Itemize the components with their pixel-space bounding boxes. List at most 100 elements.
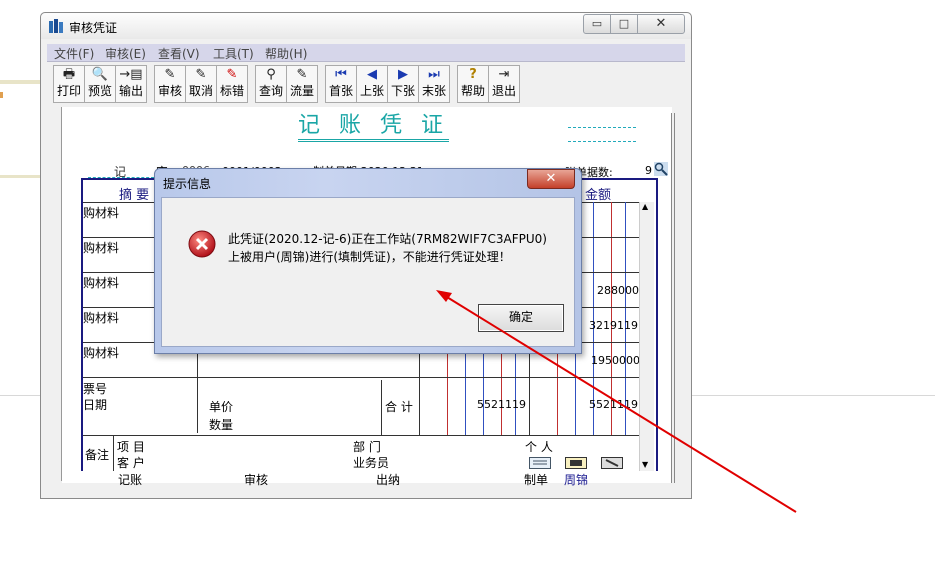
tool-icon[interactable] — [601, 457, 623, 469]
table-row-amount[interactable]: 3219119 — [589, 319, 638, 332]
attachment-count[interactable]: 9 — [645, 164, 652, 177]
background-decoration — [0, 92, 3, 98]
table-row-amount[interactable]: 1950000 — [591, 354, 640, 367]
flow-button[interactable]: ✎ 流量 — [286, 65, 318, 103]
row-divider — [83, 377, 639, 378]
table-row-summary[interactable]: 购材料 — [83, 309, 119, 326]
background-decoration — [0, 80, 40, 84]
audit-label: 审核 — [157, 84, 182, 98]
exit-label: 退出 — [491, 84, 516, 98]
person-label: 个 人 — [525, 440, 553, 454]
page-edge — [671, 113, 675, 483]
scroll-up-arrow-icon[interactable]: ▲ — [642, 202, 648, 211]
auditor-label: 审核 — [244, 473, 269, 487]
dashed-line — [568, 127, 636, 128]
maximize-button[interactable]: □ — [610, 14, 638, 34]
next-button[interactable]: ▶ 下张 — [387, 65, 419, 103]
card-icon[interactable] — [565, 457, 587, 469]
table-row-summary[interactable]: 购材料 — [83, 274, 119, 291]
help-icon: ? — [469, 67, 477, 82]
export-icon: →▤ — [119, 67, 143, 82]
maximize-icon: □ — [618, 17, 630, 30]
mark-error-button[interactable]: ✎ 标错 — [216, 65, 248, 103]
menu-view[interactable]: 查看(V) — [158, 45, 200, 62]
mark-error-icon: ✎ — [226, 67, 238, 82]
print-button[interactable]: 🖶 打印 — [53, 65, 85, 103]
help-label: 帮助 — [460, 84, 485, 98]
error-dialog: 提示信息 ✕ 此凭证(2020.12-记-6)正在工作站(7RM82WIF7C3… — [154, 168, 582, 354]
app-icon — [49, 19, 63, 33]
dialog-close-button[interactable]: ✕ — [527, 169, 575, 189]
cashier-label: 出纳 — [376, 473, 401, 487]
prev-label: 上张 — [359, 84, 384, 98]
cancel-icon: ✎ — [195, 67, 207, 82]
vertical-scrollbar[interactable]: ▲ ▼ — [639, 202, 654, 473]
close-button[interactable]: ✕ — [637, 14, 685, 34]
row-divider — [83, 435, 639, 436]
maker-label: 制单 — [524, 473, 549, 487]
total-label: 合 计 — [385, 400, 413, 414]
audit-button[interactable]: ✎ 审核 — [154, 65, 186, 103]
menu-audit[interactable]: 审核(E) — [105, 45, 146, 62]
query-button[interactable]: ⚲ 查询 — [255, 65, 287, 103]
help-button[interactable]: ? 帮助 — [457, 65, 489, 103]
first-button[interactable]: ⏮ 首张 — [325, 65, 357, 103]
last-button[interactable]: ⏭ 末张 — [418, 65, 450, 103]
total-debit: 5521119 — [477, 398, 526, 411]
table-row-summary[interactable]: 购材料 — [83, 204, 119, 221]
detail-icon[interactable] — [529, 457, 551, 469]
dialog-title: 提示信息 — [163, 177, 212, 191]
audit-icon: ✎ — [164, 67, 176, 82]
first-icon: ⏮ — [335, 67, 347, 82]
flow-icon: ✎ — [296, 67, 308, 82]
ticket-date-label: 日期 — [83, 398, 108, 412]
project-label: 项 目 — [117, 440, 145, 454]
minimize-icon: ▭ — [591, 17, 603, 30]
voucher-title: 记 账 凭 证 — [298, 113, 449, 142]
minimize-button[interactable]: ▭ — [583, 14, 611, 34]
export-label: 输出 — [118, 84, 143, 98]
binoculars-icon: ⚲ — [266, 67, 276, 82]
first-label: 首张 — [328, 84, 353, 98]
exit-button[interactable]: ⇥ 退出 — [488, 65, 520, 103]
preview-label: 预览 — [87, 84, 112, 98]
printer-icon: 🖶 — [62, 67, 76, 82]
dialog-message-line-2: 上被用户(周锦)进行(填制凭证)，不能进行凭证处理！ — [228, 250, 511, 264]
background-decoration — [0, 175, 40, 178]
mark-error-label: 标错 — [219, 84, 244, 98]
menu-file[interactable]: 文件(F) — [54, 45, 94, 62]
close-icon: ✕ — [545, 171, 557, 186]
table-row-amount[interactable]: 288000 — [597, 284, 639, 297]
department-label: 部 门 — [353, 440, 381, 454]
menu-tools[interactable]: 工具(T) — [213, 45, 254, 62]
preview-button[interactable]: 🔍 预览 — [84, 65, 116, 103]
exit-icon: ⇥ — [498, 67, 510, 82]
dialog-message-line-1: 此凭证(2020.12-记-6)正在工作站(7RM82WIF7C3AFPU0) — [228, 232, 547, 246]
column-amount-header: 金额 — [585, 188, 612, 203]
cancel-label: 取消 — [188, 84, 213, 98]
table-row-summary[interactable]: 购材料 — [83, 239, 119, 256]
window-title: 审核凭证 — [69, 21, 118, 35]
scroll-down-arrow-icon[interactable]: ▼ — [642, 460, 648, 469]
prev-icon: ◀ — [367, 67, 377, 82]
remark-label: 备注 — [85, 448, 110, 462]
voucher-footer: 记账 审核 出纳 制单 周锦 — [62, 471, 672, 487]
ok-button[interactable]: 确定 — [478, 304, 564, 332]
menu-help[interactable]: 帮助(H) — [265, 45, 307, 62]
flow-label: 流量 — [289, 84, 314, 98]
print-label: 打印 — [56, 84, 81, 98]
column-summary-header: 摘 要 — [119, 188, 150, 203]
prev-button[interactable]: ◀ 上张 — [356, 65, 388, 103]
cancel-audit-button[interactable]: ✎ 取消 — [185, 65, 217, 103]
unit-price-label: 单价 — [209, 400, 234, 414]
search-icon[interactable] — [654, 162, 668, 176]
close-icon: ✕ — [655, 16, 667, 31]
column-divider — [113, 435, 114, 473]
table-row-summary[interactable]: 购材料 — [83, 344, 119, 361]
next-icon: ▶ — [398, 67, 408, 82]
bookkeeping-label: 记账 — [118, 473, 143, 487]
title-bar[interactable]: 审核凭证 ▭ □ ✕ — [41, 13, 691, 39]
export-button[interactable]: →▤ 输出 — [115, 65, 147, 103]
menu-bar: 文件(F) 审核(E) 查看(V) 工具(T) 帮助(H) — [47, 44, 685, 62]
dialog-body: 此凭证(2020.12-记-6)正在工作站(7RM82WIF7C3AFPU0) … — [161, 197, 575, 347]
